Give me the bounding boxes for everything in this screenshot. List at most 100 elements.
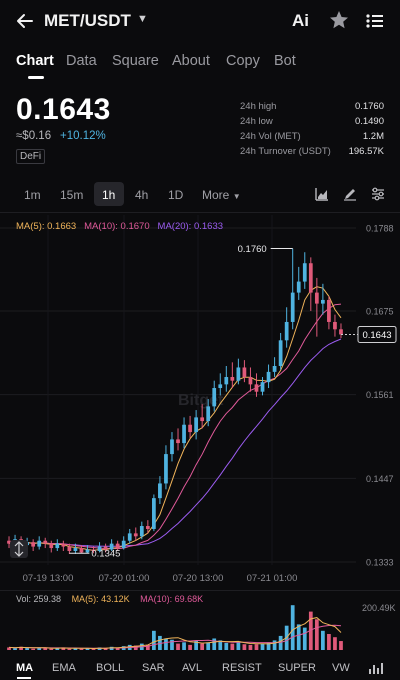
volume-axis-label: 200.49K [362,603,396,613]
candle-body [272,366,277,372]
candle-body [188,424,192,433]
indicator-ema[interactable]: EMA [52,662,76,674]
interval-15m[interactable]: 15m [60,188,83,202]
stat-label: 24h low [240,116,273,127]
tab-data[interactable]: Data [66,53,97,69]
candle-body [236,367,241,381]
candle-body [67,546,72,551]
candle-body [73,548,78,551]
draw-tool-icon[interactable] [342,186,358,202]
candle-body [55,543,60,549]
candle-body [133,533,138,537]
ai-button[interactable]: Ai [292,11,309,31]
volume-bar [296,624,301,650]
price-axis-label: 0.1675 [366,306,394,316]
stat-value: 196.57K [348,146,384,157]
candle-body [242,367,247,378]
price-axis-label: 0.1447 [366,474,394,484]
interval-1h[interactable]: 1h [102,188,115,202]
candle-body [115,543,120,549]
volume-legend: Vol: 259.38 MA(5): 43.12K MA(10): 69.68K [16,594,211,604]
more-menu-icon[interactable] [364,10,386,32]
candle-body [85,549,90,553]
volume-bar [260,643,265,650]
candle-body [248,377,253,385]
volume-bar [224,642,229,650]
interval-bar: 1m 15m 1h 4h 1D More ▼ [0,182,400,208]
interval-more-label: More [202,188,230,202]
candle-body [200,417,205,422]
candle-body [212,388,217,407]
candle-body [145,526,150,529]
tab-about[interactable]: About [172,53,210,69]
favorite-star-icon[interactable] [328,9,350,31]
volume-bar [314,619,319,650]
price-axis-label: 0.1333 [366,558,394,568]
candle-body [296,281,301,293]
volume-bar [67,648,72,650]
interval-4h[interactable]: 4h [135,188,148,202]
vol-ma5-label: MA(5): 43.12K [71,594,130,604]
candlestick-chart[interactable]: 0.1788 0.1675 0.1561 0.1447 0.1333 07-19 13:0… [0,215,400,590]
indicator-avl[interactable]: AVL [182,662,202,674]
time-axis-label: 07-21 01:00 [247,573,298,584]
fiat-price: ≈$0.16 [16,130,52,142]
candle-body [152,498,156,529]
indicator-settings-icon[interactable] [368,660,384,676]
indicator-super[interactable]: SUPER [278,662,316,674]
pair-title[interactable]: MET/USDT [44,11,131,31]
tab-copy[interactable]: Copy [226,53,260,69]
active-tab-indicator [28,76,44,79]
more-dropdown-icon: ▼ [232,192,241,201]
tab-square[interactable]: Square [112,53,159,69]
indicator-vw[interactable]: VW [332,662,350,674]
volume-bar [272,640,277,650]
expand-icon[interactable] [10,540,28,558]
candle-body [314,292,319,304]
indicator-sar[interactable]: SAR [142,662,165,674]
volume-bar [13,648,17,650]
pair-dropdown-icon[interactable]: ▼ [137,13,148,25]
last-price: 0.1643 [16,93,111,126]
tab-chart[interactable]: Chart [16,53,54,69]
stat-label: 24h Turnover (USDT) [240,146,331,157]
ma20-label: MA(20): 0.1633 [157,221,224,232]
low-marker-label: 0.1345 [91,549,120,560]
volume-bar [339,641,343,650]
interval-more[interactable]: More ▼ [202,188,241,202]
settings-sliders-icon[interactable] [370,186,386,202]
candle-body [61,543,66,547]
indicator-boll[interactable]: BOLL [96,662,124,674]
candle-body [284,321,289,341]
indicator-bar: MA EMA BOLL SAR AVL RESIST SUPER VW [0,656,400,680]
volume-bar [302,627,307,650]
back-arrow-icon[interactable] [14,10,36,32]
time-axis-label: 07-19 13:00 [23,573,74,584]
candle-body [37,540,42,547]
volume-bar [242,644,247,650]
interval-1d[interactable]: 1D [168,188,183,202]
candle-body [278,340,283,367]
candle-body [206,406,211,422]
stat-label: 24h Vol (MET) [240,131,301,142]
category-tag[interactable]: DeFi [16,149,46,164]
volume-label: Vol: 259.38 [16,594,62,604]
watermark: Bitget [178,392,224,409]
candle-body [339,329,343,335]
ma20-line [8,338,342,547]
vol-ma10-label: MA(10): 69.68K [140,594,204,604]
volume-bar [236,641,241,650]
candle-body [158,483,162,499]
price-axis-label: 0.1561 [366,390,394,400]
tab-bot[interactable]: Bot [274,53,296,69]
volume-bar [290,605,295,650]
indicator-resist[interactable]: RESIST [222,662,262,674]
candle-body [224,377,229,385]
indicator-ma[interactable]: MA [16,662,33,674]
chart-type-icon[interactable] [314,186,330,202]
ma10-label: MA(10): 0.1670 [84,221,150,232]
interval-1m[interactable]: 1m [24,188,41,202]
volume-bar [25,648,29,650]
volume-bar [49,648,54,650]
candle-body [43,540,48,544]
